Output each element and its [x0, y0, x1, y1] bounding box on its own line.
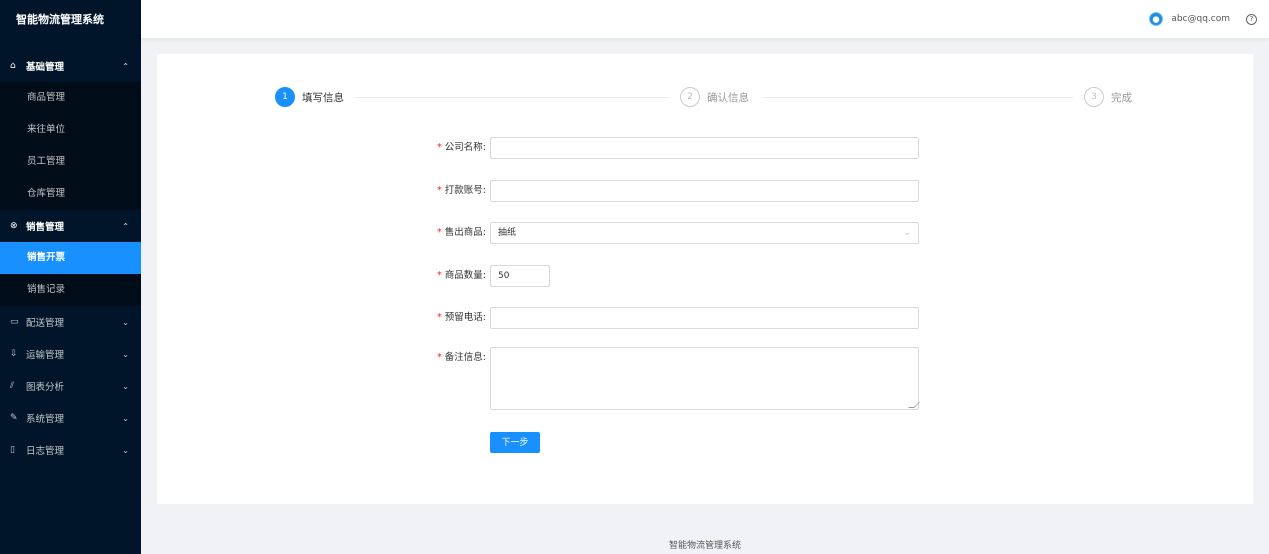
help-icon[interactable]: ?	[1246, 13, 1257, 25]
chevron-down-icon: ⌄	[122, 413, 129, 423]
field-label: * 商品数量:	[437, 270, 486, 281]
step-2: 2 确认信息	[680, 87, 749, 107]
chevron-down-icon: ⌄	[122, 349, 129, 359]
required-mark: *	[437, 352, 442, 363]
sidebar-item-sales-invoice[interactable]: 销售开票	[0, 242, 141, 274]
home-icon: ⌂	[10, 61, 16, 71]
resize-handle-icon[interactable]	[908, 402, 920, 408]
menu-group-system[interactable]: ✎ 系统管理 ⌄	[0, 402, 141, 434]
form-row-company: * 公司名称:	[419, 137, 919, 159]
required-mark: *	[437, 185, 442, 196]
sidebar-item-sales-records[interactable]: 销售记录	[0, 274, 141, 306]
required-mark: *	[437, 227, 442, 238]
file-icon: ▯	[10, 445, 15, 455]
phone-input[interactable]	[490, 307, 919, 329]
form-row-quantity: * 商品数量: 50	[419, 265, 550, 287]
menu-group-label: 运输管理	[26, 350, 65, 361]
sidebar-item-warehouses[interactable]: 仓库管理	[0, 178, 141, 210]
sidebar-item-partners[interactable]: 来往单位	[0, 114, 141, 146]
field-label: * 公司名称:	[437, 142, 486, 153]
menu-group-delivery[interactable]: ▭ 配送管理 ⌄	[0, 306, 141, 338]
company-name-input[interactable]	[490, 137, 919, 159]
form-card: 1 填写信息 2 确认信息 3 完成 * 公司名称: * 打款账号: * 售出商品: …	[157, 54, 1253, 504]
chevron-down-icon: ⌄	[122, 445, 129, 455]
field-label: * 预留电话:	[437, 312, 486, 323]
next-step-button[interactable]: 下一步	[490, 432, 540, 453]
menu-group-label: 图表分析	[26, 382, 65, 393]
menu-group-sales[interactable]: ⊗ 销售管理 ⌃	[0, 210, 141, 242]
step-title: 完成	[1111, 91, 1132, 104]
menu-group-basic[interactable]: ⌂ 基础管理 ⌃	[0, 50, 141, 82]
step-title: 确认信息	[707, 91, 749, 104]
form-row-notes: * 备注信息:	[419, 347, 920, 410]
required-mark: *	[437, 312, 442, 323]
submenu-basic: 商品管理 来往单位 员工管理 仓库管理	[0, 82, 141, 210]
payment-account-input[interactable]	[490, 180, 919, 202]
sidebar-item-products[interactable]: 商品管理	[0, 82, 141, 114]
wrench-icon: ✎	[10, 413, 18, 423]
chevron-up-icon: ⌃	[122, 221, 129, 231]
menu-group-transport[interactable]: ⇩ 运输管理 ⌄	[0, 338, 141, 370]
menu-group-label: 系统管理	[26, 414, 65, 425]
menu-group-label: 基础管理	[26, 62, 65, 73]
chart-icon: ⫽	[10, 381, 15, 391]
menu-group-label: 日志管理	[26, 446, 65, 457]
form-row-phone: * 预留电话:	[419, 307, 919, 329]
chevron-down-icon: ⌄	[122, 317, 129, 327]
steps: 1 填写信息 2 确认信息 3 完成	[275, 87, 1135, 109]
required-mark: *	[437, 142, 442, 153]
sales-icon: ⊗	[10, 221, 18, 231]
form-row-product: * 售出商品: 抽纸 ⌄	[419, 222, 919, 244]
form-row-account: * 打款账号:	[419, 180, 919, 202]
footer: 智能物流管理系统	[668, 541, 741, 551]
step-divider	[763, 97, 1073, 98]
menu-group-label: 配送管理	[26, 318, 65, 329]
user-email[interactable]: abc@qq.com	[1171, 14, 1230, 24]
product-select-value: 抽纸	[498, 228, 517, 238]
menu-group-label: 销售管理	[26, 222, 65, 233]
step-number: 2	[680, 87, 700, 107]
sidebar-menu: ⌂ 基础管理 ⌃ 商品管理 来往单位 员工管理 仓库管理 ⊗ 销售管理 ⌃ 销售…	[0, 50, 141, 466]
field-label: * 打款账号:	[437, 185, 486, 196]
chevron-down-icon: ⌄	[903, 228, 911, 238]
delivery-icon: ▭	[10, 317, 19, 327]
chevron-up-icon: ⌃	[122, 61, 129, 71]
menu-group-charts[interactable]: ⫽ 图表分析 ⌄	[0, 370, 141, 402]
step-divider	[355, 97, 669, 98]
field-label: * 售出商品:	[437, 227, 486, 238]
quantity-input[interactable]: 50	[490, 265, 550, 287]
sidebar-item-employees[interactable]: 员工管理	[0, 146, 141, 178]
chevron-down-icon: ⌄	[122, 381, 129, 391]
notes-textarea[interactable]	[490, 347, 920, 410]
step-number: 3	[1084, 87, 1104, 107]
step-3: 3 完成	[1084, 87, 1132, 107]
app-title: 智能物流管理系统	[16, 13, 104, 26]
product-select[interactable]: 抽纸 ⌄	[490, 222, 919, 244]
submenu-sales: 销售开票 销售记录	[0, 242, 141, 306]
menu-group-logs[interactable]: ▯ 日志管理 ⌄	[0, 434, 141, 466]
top-header: abc@qq.com ?	[141, 0, 1269, 38]
step-number: 1	[275, 87, 295, 107]
step-1: 1 填写信息	[275, 87, 344, 107]
step-title: 填写信息	[302, 91, 344, 104]
required-mark: *	[437, 270, 442, 281]
avatar[interactable]	[1149, 12, 1164, 26]
field-label: * 备注信息:	[437, 352, 486, 363]
transport-icon: ⇩	[10, 349, 18, 359]
sidebar: 智能物流管理系统 ⌂ 基础管理 ⌃ 商品管理 来往单位 员工管理 仓库管理 ⊗ …	[0, 0, 141, 554]
